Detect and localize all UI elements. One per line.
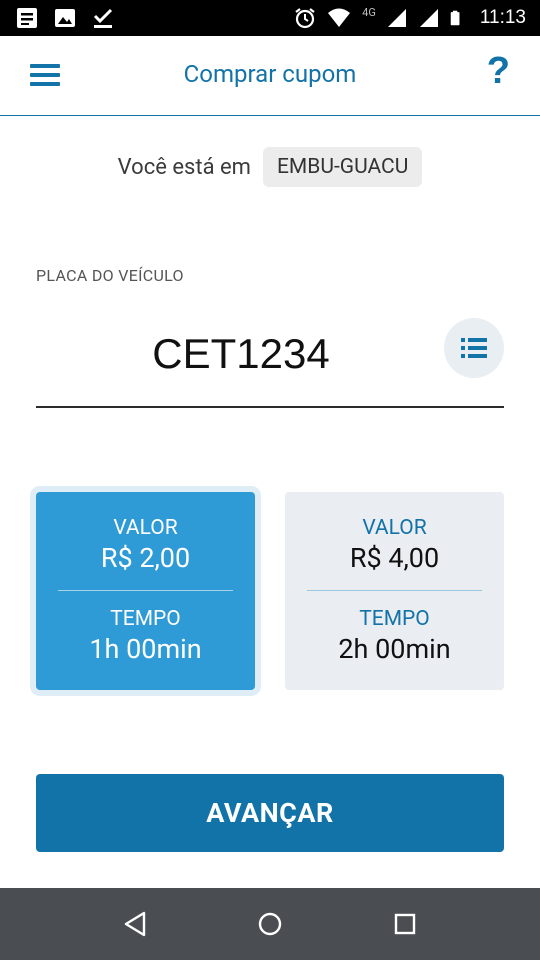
- page-title: Comprar cupom: [183, 60, 357, 88]
- advance-button[interactable]: AVANÇAR: [36, 774, 504, 852]
- back-icon[interactable]: [122, 910, 150, 938]
- option-value: R$ 4,00: [349, 542, 440, 574]
- option-time-label: TEMPO: [359, 607, 430, 631]
- location-label: Você está em: [117, 154, 251, 180]
- card-divider: [58, 590, 233, 591]
- status-bar-left: [16, 7, 114, 29]
- card-divider: [307, 590, 482, 591]
- status-bar: 4G 11:13: [0, 0, 540, 36]
- system-nav-bar: [0, 888, 540, 960]
- status-bar-right: 4G 11:13: [294, 0, 526, 36]
- option-time: 2h 00min: [338, 633, 451, 665]
- signal-icon: [387, 9, 406, 27]
- option-time-label: TEMPO: [110, 607, 181, 631]
- network-type: 4G: [362, 5, 376, 19]
- wifi-icon: [328, 8, 351, 27]
- plate-value[interactable]: CET1234: [36, 330, 446, 378]
- help-icon[interactable]: ?: [487, 50, 510, 93]
- plate-field[interactable]: CET1234: [36, 310, 504, 408]
- notification-list-icon: [17, 8, 37, 28]
- check-download-icon: [93, 8, 113, 28]
- status-time: 11:13: [479, 7, 526, 28]
- option-value-label: VALOR: [362, 516, 427, 540]
- image-icon: [55, 9, 75, 27]
- option-card-1h[interactable]: VALOR R$ 2,00 TEMPO 1h 00min: [36, 492, 255, 690]
- battery-icon: [450, 10, 460, 26]
- signal-icon: [419, 9, 438, 27]
- option-value: R$ 2,00: [100, 542, 191, 574]
- alarm-icon: [295, 8, 315, 29]
- home-icon[interactable]: [256, 910, 284, 938]
- recents-icon[interactable]: [391, 910, 419, 938]
- option-time: 1h 00min: [89, 633, 202, 665]
- option-value-label: VALOR: [113, 516, 178, 540]
- plate-list-button[interactable]: [444, 318, 504, 378]
- list-icon: [461, 338, 487, 358]
- current-location: Você está em EMBU-GUACU: [0, 146, 540, 188]
- app-bar: Comprar cupom ?: [0, 36, 540, 116]
- city-chip[interactable]: EMBU-GUACU: [262, 147, 423, 187]
- plate-label: PLACA DO VEÍCULO: [36, 266, 184, 285]
- option-card-2h[interactable]: VALOR R$ 4,00 TEMPO 2h 00min: [285, 492, 504, 690]
